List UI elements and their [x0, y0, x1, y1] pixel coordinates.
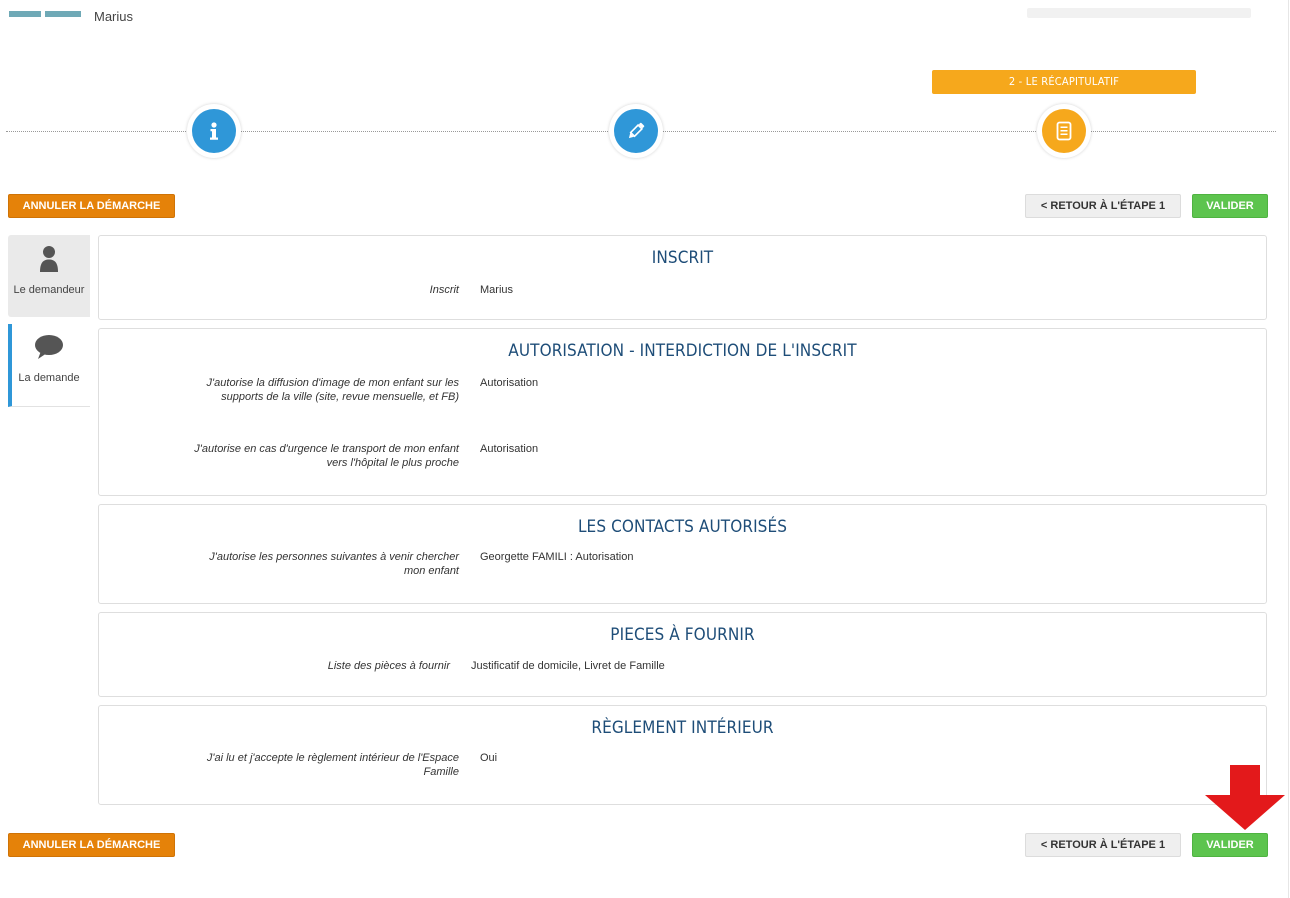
summary-question: J'autorise en cas d'urgence le transport…	[194, 443, 459, 469]
summary-answer: Oui	[480, 752, 498, 764]
page-edge-line	[1288, 0, 1289, 898]
summary-question: Inscrit	[429, 284, 459, 296]
top-search-field[interactable]	[1027, 8, 1251, 18]
summary-answer: Georgette FAMILI : Autorisation	[480, 551, 634, 563]
user-name: Marius	[94, 9, 134, 24]
person-icon	[40, 246, 58, 272]
back-to-step-1-button[interactable]: < RETOUR À L'ÉTAPE 1	[1025, 194, 1181, 218]
validate-button[interactable]: VALIDER	[1192, 833, 1268, 857]
section-authorisation: AUTORISATION - INTERDICTION DE L'INSCRIT…	[98, 328, 1267, 496]
cancel-procedure-button[interactable]: ANNULER LA DÉMARCHE	[8, 833, 175, 857]
wizard-step-2[interactable]	[609, 104, 663, 158]
validate-button[interactable]: VALIDER	[1192, 194, 1268, 218]
summary-answer: Marius	[480, 284, 514, 296]
summary-answer: Autorisation	[480, 443, 539, 455]
document-icon	[1056, 121, 1072, 141]
section-authorised-contacts: LES CONTACTS AUTORISÉS J'autorise les pe…	[98, 504, 1267, 604]
wizard-step-1[interactable]	[187, 104, 241, 158]
logo-bar	[45, 11, 81, 17]
section-inscrit: INSCRIT Inscrit Marius	[98, 235, 1267, 320]
section-title: PIECES À FOURNIR	[610, 625, 755, 645]
section-title: RÈGLEMENT INTÉRIEUR	[591, 718, 774, 738]
section-internal-rules: RÈGLEMENT INTÉRIEUR J'ai lu et j'accepte…	[98, 705, 1267, 805]
side-tab-request[interactable]: La demande	[8, 324, 90, 407]
summary-question: J'autorise la diffusion d'image de mon e…	[206, 377, 459, 403]
section-title: INSCRIT	[651, 248, 714, 268]
section-title: LES CONTACTS AUTORISÉS	[577, 517, 788, 537]
current-step-tag: 2 - LE RÉCAPITULATIF	[932, 70, 1196, 94]
summary-answer: Autorisation	[480, 377, 539, 389]
summary-question: Liste des pièces à fournir	[327, 660, 450, 672]
wizard-step-3	[1037, 104, 1091, 158]
summary-answer: Justificatif de domicile, Livret de Fami…	[471, 660, 665, 672]
section-title: AUTORISATION - INTERDICTION DE L'INSCRIT	[508, 341, 857, 361]
summary-question: J'autorise les personnes suivantes à ven…	[209, 551, 459, 577]
speech-bubble-icon	[35, 335, 63, 359]
side-tab-applicant[interactable]: Le demandeur	[8, 235, 90, 317]
back-to-step-1-button[interactable]: < RETOUR À L'ÉTAPE 1	[1025, 833, 1181, 857]
side-tab-label: Le demandeur	[13, 284, 85, 296]
pencil-icon	[628, 122, 645, 139]
side-tab-label: La demande	[18, 372, 80, 384]
cancel-procedure-button[interactable]: ANNULER LA DÉMARCHE	[8, 194, 175, 218]
info-icon	[210, 122, 218, 140]
logo-bar	[9, 11, 41, 17]
summary-question: J'ai lu et j'accepte le règlement intéri…	[206, 752, 459, 778]
section-documents: PIECES À FOURNIR Liste des pièces à four…	[98, 612, 1267, 697]
red-arrow-icon	[1205, 765, 1285, 830]
